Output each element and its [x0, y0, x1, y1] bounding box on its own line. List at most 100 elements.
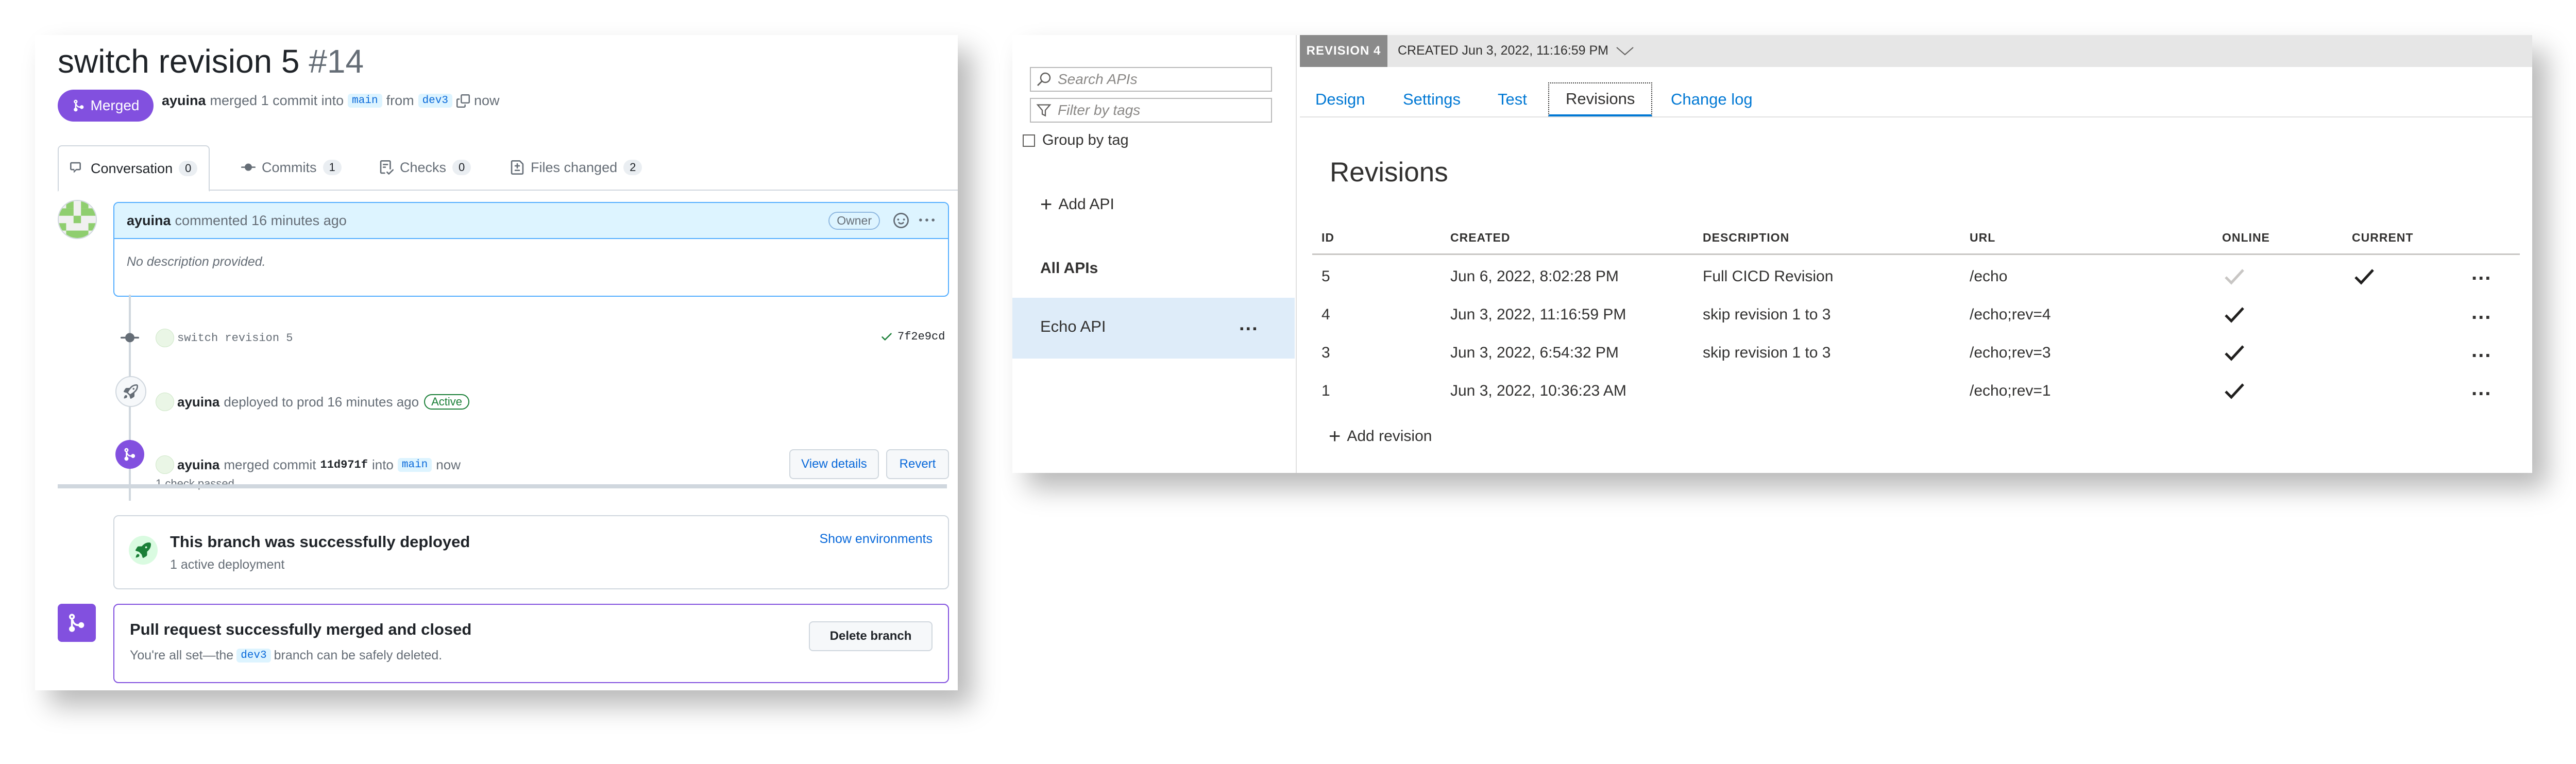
show-environments-link[interactable]: Show environments: [819, 532, 933, 547]
pr-meta-from: from: [386, 93, 414, 108]
api-detail-pane: REVISION 4 CREATED Jun 3, 2022, 11:16:59…: [1300, 35, 2532, 473]
revision-badge: REVISION 4: [1300, 35, 1387, 67]
avatar: [156, 329, 174, 347]
merge-badge: [115, 440, 144, 469]
filter-tags-input[interactable]: Filter by tags: [1030, 98, 1272, 123]
view-details-button[interactable]: View details: [789, 449, 879, 479]
cell-id: 3: [1321, 344, 1330, 361]
head-branch-chip[interactable]: dev3: [418, 94, 452, 108]
add-api-button[interactable]: + Add API: [1040, 193, 1114, 216]
tab-commits-label: Commits: [262, 159, 317, 175]
row-more-icon[interactable]: ...: [2471, 377, 2492, 400]
merge-event: ayuina merged commit 11d971f into main n…: [156, 455, 461, 474]
comment-meta: commented 16 minutes ago: [175, 212, 347, 228]
api-list-item-echo[interactable]: Echo API ...: [1012, 298, 1295, 359]
cell-created: Jun 3, 2022, 10:36:23 AM: [1450, 382, 1626, 399]
base-branch-chip[interactable]: main: [348, 94, 382, 108]
commit-message[interactable]: switch revision 5: [177, 332, 293, 345]
rocket-icon: [124, 384, 138, 399]
github-pr-panel: switch revision 5 #14 Merged ayuina merg…: [35, 35, 958, 690]
more-icon[interactable]: ...: [1239, 313, 1259, 335]
col-current: CURRENT: [2352, 231, 2414, 244]
merge-text: merged commit: [224, 456, 316, 472]
git-commit-icon: [121, 333, 139, 343]
merge-author[interactable]: ayuina: [177, 457, 219, 473]
tab-test[interactable]: Test: [1498, 82, 1527, 116]
tab-commits[interactable]: Commits 1: [241, 145, 342, 190]
comment-body: No description provided.: [127, 254, 266, 269]
avatar: [156, 455, 174, 474]
cell-url: /echo;rev=3: [1970, 344, 2051, 361]
revision-bar[interactable]: REVISION 4 CREATED Jun 3, 2022, 11:16:59…: [1300, 35, 2532, 67]
api-list-pane: Search APIs Filter by tags Group by tag …: [1012, 35, 1297, 473]
check-icon: [882, 333, 892, 341]
rocket-badge: [129, 536, 158, 565]
tab-checks[interactable]: Checks 0: [379, 145, 471, 190]
col-created: CREATED: [1450, 231, 1511, 244]
row-more-icon[interactable]: ...: [2471, 339, 2492, 362]
pr-number: #14: [309, 43, 364, 80]
tab-checks-label: Checks: [400, 159, 447, 175]
deploy-text: deployed to prod 16 minutes ago: [224, 394, 419, 410]
all-apis-link[interactable]: All APIs: [1040, 260, 1098, 277]
git-merge-icon: [73, 99, 83, 112]
revert-button[interactable]: Revert: [886, 449, 949, 479]
plus-icon: +: [1329, 425, 1341, 448]
tab-conversation[interactable]: Conversation 0: [58, 145, 210, 192]
add-revision-label: Add revision: [1347, 428, 1432, 445]
plus-icon: +: [1040, 193, 1053, 216]
commit-row: switch revision 5: [156, 329, 293, 347]
checkbox-box[interactable]: [1023, 134, 1035, 147]
pr-author-link[interactable]: ayuina: [162, 93, 206, 109]
cell-description: skip revision 1 to 3: [1703, 306, 1831, 323]
checks-summary[interactable]: 1 check passed: [156, 477, 234, 490]
pr-meta-action: merged 1 commit into: [210, 93, 344, 108]
revision-created-text: CREATED Jun 3, 2022, 11:16:59 PM: [1398, 43, 1609, 58]
api-tabs: Design Settings Test Revisions Change lo…: [1300, 82, 2532, 117]
avatar[interactable]: [58, 200, 97, 239]
merge-commit-sha[interactable]: 11d971f: [320, 459, 368, 471]
table-header-divider: [1312, 253, 2520, 255]
merge-when: now: [436, 456, 461, 472]
row-more-icon[interactable]: ...: [2471, 301, 2492, 324]
rocket-icon: [135, 542, 151, 558]
col-online: ONLINE: [2222, 231, 2270, 244]
deploy-author[interactable]: ayuina: [177, 394, 219, 410]
deployment-summary-box: This branch was successfully deployed 1 …: [113, 515, 949, 589]
kebab-horizontal-icon[interactable]: [918, 213, 936, 228]
merge-branch-chip[interactable]: main: [397, 457, 432, 472]
delete-branch-button[interactable]: Delete branch: [809, 621, 933, 651]
comment-author[interactable]: ayuina: [127, 213, 171, 229]
deployment-status-badge: Active: [424, 394, 470, 410]
col-id: ID: [1321, 231, 1334, 244]
deploy-event: ayuina deployed to prod 16 minutes ago A…: [156, 393, 470, 411]
merged-label: Merged: [90, 97, 140, 113]
tab-files-changed[interactable]: Files changed 2: [510, 145, 642, 190]
tab-conversation-count: 0: [179, 161, 198, 176]
identicon-icon: [59, 201, 96, 238]
group-by-tag-checkbox[interactable]: Group by tag: [1023, 132, 1129, 149]
add-revision-button[interactable]: + Add revision: [1329, 425, 1432, 448]
tab-change-log[interactable]: Change log: [1671, 82, 1753, 116]
merge-into: into: [371, 456, 394, 472]
file-diff-icon: [511, 160, 524, 175]
tab-revisions[interactable]: Revisions: [1548, 82, 1653, 116]
tab-conversation-label: Conversation: [91, 160, 173, 176]
comment-header: ayuina commented 16 minutes ago Owner: [114, 203, 948, 239]
copy-icon[interactable]: [456, 94, 470, 108]
search-icon: [1037, 72, 1051, 86]
deletable-branch-chip[interactable]: dev3: [236, 649, 271, 663]
merge-subtitle-after: branch can be safely deleted.: [274, 648, 443, 663]
tab-settings[interactable]: Settings: [1403, 82, 1461, 116]
row-more-icon[interactable]: ...: [2471, 262, 2492, 285]
tab-design[interactable]: Design: [1315, 82, 1365, 116]
merge-subtitle-before: You're all set—the: [130, 648, 234, 663]
commit-sha[interactable]: 7f2e9cd: [897, 330, 945, 343]
online-check-icon: [2225, 269, 2244, 285]
online-check-icon: [2225, 345, 2244, 361]
pr-meta-line: ayuina merged 1 commit into main from de…: [162, 93, 500, 109]
merge-title: Pull request successfully merged and clo…: [130, 620, 472, 638]
search-apis-input[interactable]: Search APIs: [1030, 67, 1272, 92]
chevron-down-icon[interactable]: [1616, 46, 1634, 56]
smiley-icon[interactable]: [893, 213, 909, 228]
